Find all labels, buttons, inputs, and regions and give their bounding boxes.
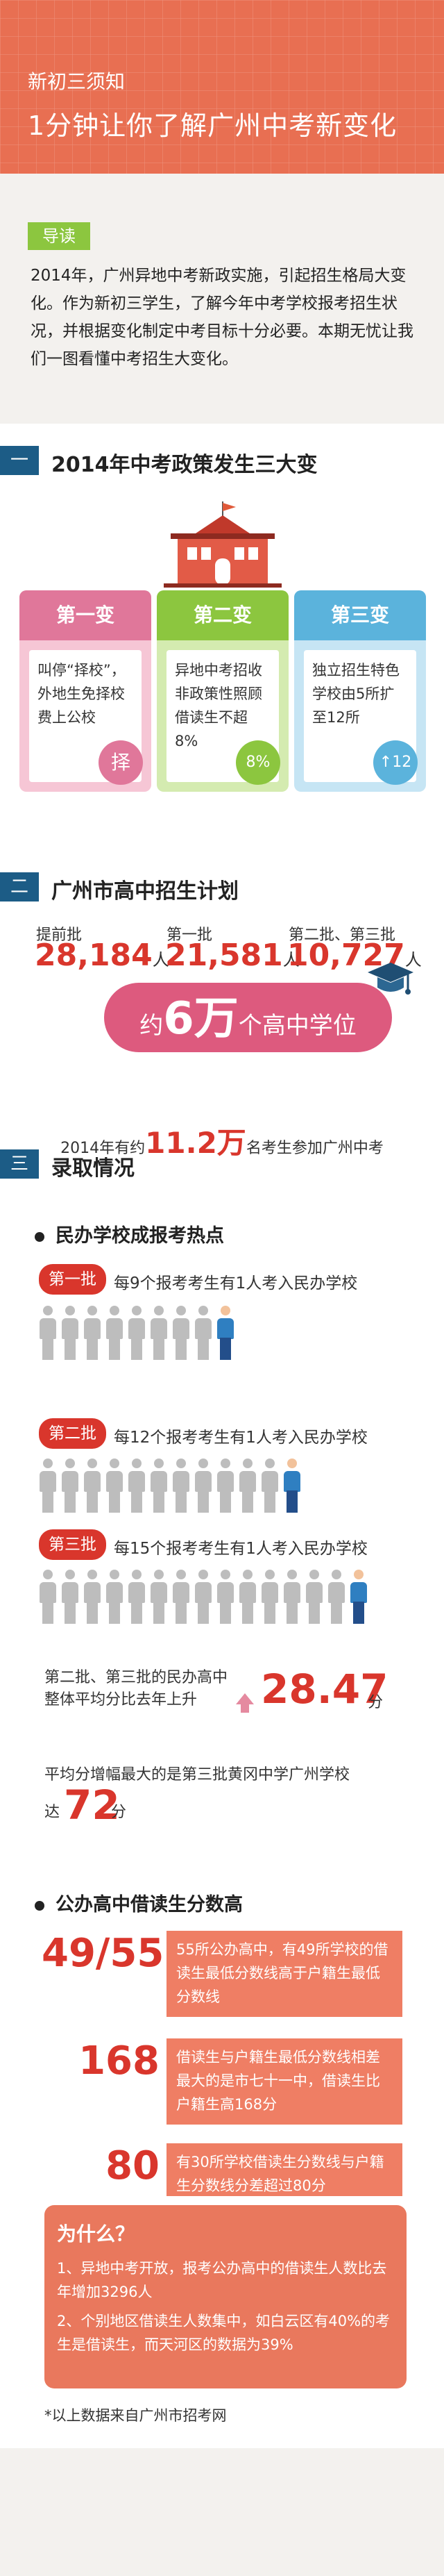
increase-badge-icon: ↑12 <box>373 740 418 785</box>
student-icon <box>150 1459 168 1513</box>
student-icon <box>172 1570 190 1624</box>
student-icon <box>239 1570 257 1624</box>
batch-description: 每15个报考考生有1人考入民办学校 <box>114 1540 368 1558</box>
policy-card-title: 第二变 <box>157 590 289 640</box>
people-row <box>39 1570 368 1625</box>
batch-description: 每9个报考考生有1人考入民办学校 <box>114 1274 358 1293</box>
public-stat-text: 55所公办高中，有49所学校的借读生最低分数线高于户籍生最低分数线 <box>166 1931 402 2017</box>
student-icon <box>83 1570 101 1624</box>
why-panel: 为什么？ 1、异地中考开放，报考公办高中的借读生人数比去年增加3296人 2、个… <box>44 2205 407 2388</box>
policy-card-1: 第一变 叫停“择校”，外地生免择校费上公校 择 <box>19 590 151 792</box>
graduation-cap-icon <box>368 963 413 995</box>
student-icon <box>61 1570 79 1624</box>
student-icon <box>194 1306 212 1360</box>
intro-text: 2014年，广州异地中考新政实施，引起招生格局大变化。作为新初三学生，了解今年中… <box>31 267 413 368</box>
rise-text-line1: 第二批、第三批的民办高中 <box>44 1669 228 1686</box>
student-icon <box>39 1306 57 1360</box>
student-icon <box>305 1570 323 1624</box>
student-icon <box>150 1570 168 1624</box>
public-stat-number: 168 <box>78 2038 160 2084</box>
student-icon <box>261 1459 279 1513</box>
why-title: 为什么？ <box>57 2222 135 2245</box>
section3-title: 录取情况 <box>51 1156 135 1181</box>
student-icon <box>39 1459 57 1513</box>
section2-title: 广州市高中招生计划 <box>51 879 239 904</box>
header-banner: 新初三须知 1分钟让你了解广州中考新变化 <box>0 0 444 174</box>
student-icon <box>128 1570 146 1624</box>
up-arrow-stem <box>241 1704 249 1713</box>
student-icon <box>105 1570 123 1624</box>
student-icon <box>83 1306 101 1360</box>
percent-badge-icon: 8% <box>236 740 280 785</box>
public-stat-number: 49/55 <box>42 1931 164 1976</box>
bullet-dot-icon <box>35 1900 44 1911</box>
student-icon <box>172 1459 190 1513</box>
student-icon <box>39 1570 57 1624</box>
student-icon <box>327 1570 345 1624</box>
admitted-student-icon <box>350 1570 368 1624</box>
public-stat-number: 80 <box>105 2143 160 2188</box>
student-icon <box>261 1570 279 1624</box>
student-icon <box>83 1459 101 1513</box>
people-row <box>39 1459 301 1514</box>
student-icon <box>105 1459 123 1513</box>
data-source-note: *以上数据来自广州市招考网 <box>44 2407 227 2424</box>
why-list: 1、异地中考开放，报考公办高中的借读生人数比去年增加3296人 2、个别地区借读… <box>57 2257 407 2362</box>
max-increase-pre: 达 <box>44 1804 60 1821</box>
student-icon <box>194 1459 212 1513</box>
bullet-dot-icon <box>35 1231 44 1242</box>
rise-unit: 分 <box>368 1694 384 1711</box>
plan-value: 28,184人 <box>35 938 169 973</box>
section3-number: 三 <box>0 1149 39 1179</box>
intro-tag: 导读 <box>28 222 90 250</box>
policy-card-3: 第三变 独立招生特色学校由5所扩至12所 ↑12 <box>294 590 426 792</box>
admitted-student-icon <box>283 1459 301 1513</box>
rise-text-line2: 整体平均分比去年上升 <box>44 1691 198 1709</box>
student-icon <box>216 1570 234 1624</box>
private-school-subtitle: 民办学校成报考热点 <box>35 1220 224 1247</box>
student-icon <box>61 1306 79 1360</box>
student-icon <box>61 1459 79 1513</box>
student-icon <box>194 1570 212 1624</box>
policy-card-title: 第三变 <box>294 590 426 640</box>
up-arrow-icon <box>236 1693 254 1704</box>
public-stat-text: 借读生与户籍生最低分数线相差最大的是市七十一中，借读生比户籍生高168分 <box>166 2038 402 2125</box>
batch-badge: 第三批 <box>39 1529 106 1560</box>
choose-school-badge-icon: 择 <box>99 740 143 785</box>
header-title: 1分钟让你了解广州中考新变化 <box>28 110 398 141</box>
public-stat-text: 有30所学校借读生分数线与户籍生分数线分差超过80分 <box>166 2143 402 2196</box>
why-item: 2、个别地区借读生人数集中，如白云区有40%的考生是借读生，而天河区的数据为39… <box>57 2313 391 2353</box>
student-icon <box>128 1459 146 1513</box>
student-icon <box>105 1306 123 1360</box>
admitted-student-icon <box>216 1306 234 1360</box>
batch-badge: 第二批 <box>39 1418 106 1449</box>
student-icon <box>283 1570 301 1624</box>
student-icon <box>150 1306 168 1360</box>
public-school-subtitle: 公办高中借读生分数高 <box>35 1889 243 1916</box>
section2-number: 二 <box>0 872 39 901</box>
student-icon <box>216 1459 234 1513</box>
student-icon <box>172 1306 190 1360</box>
footer-panel <box>0 2448 444 2576</box>
batch-description: 每12个报考考生有1人考入民办学校 <box>114 1429 368 1447</box>
total-seats-pill: 约6万个高中学位 <box>104 983 392 1052</box>
student-icon <box>239 1459 257 1513</box>
policy-card-2: 第二变 异地中考招收非政策性照顾借读生不超8% 8% <box>157 590 289 792</box>
plan-value: 21,581人 <box>165 938 300 973</box>
batch-badge: 第一批 <box>39 1264 106 1295</box>
section1-number: 一 <box>0 446 39 475</box>
section1-title: 2014年中考政策发生三大变 <box>51 453 318 477</box>
school-building-icon <box>164 501 282 588</box>
header-kicker: 新初三须知 <box>28 70 126 93</box>
why-item: 1、异地中考开放，报考公办高中的借读生人数比去年增加3296人 <box>57 2260 387 2300</box>
policy-card-title: 第一变 <box>19 590 151 640</box>
max-increase-unit: 分 <box>111 1804 127 1821</box>
student-icon <box>128 1306 146 1360</box>
people-row <box>39 1306 234 1361</box>
